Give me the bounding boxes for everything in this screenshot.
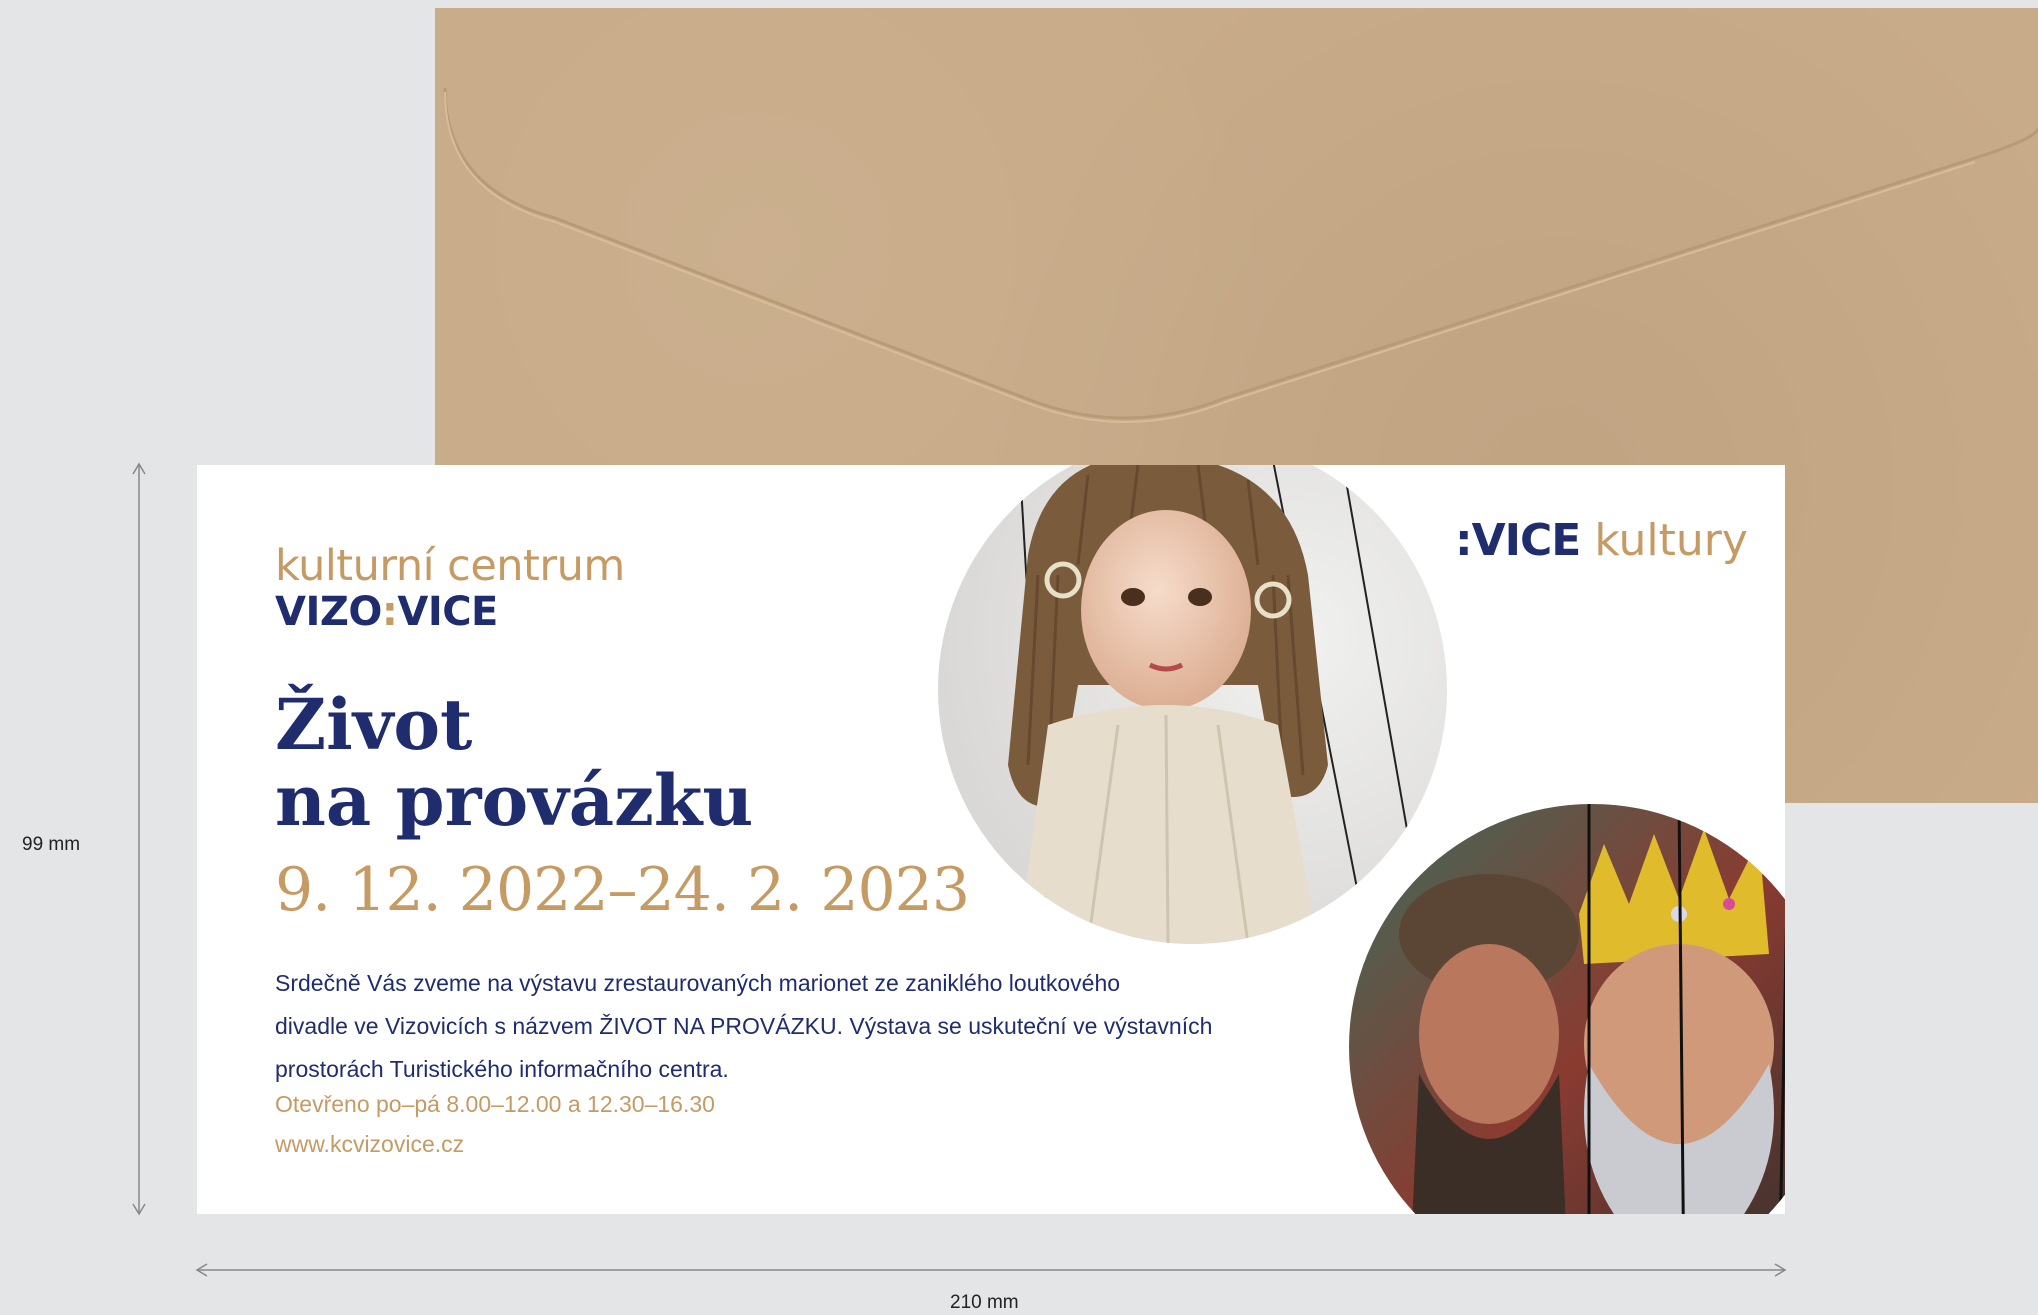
- org-brand-logo: VIZO:VICE: [275, 589, 498, 635]
- invite-line-3: prostorách Turistického informačního cen…: [275, 1056, 729, 1082]
- marionette-kings-photo: [1349, 804, 1785, 1214]
- invite-line-2: divadle ve Vizovicích s názvem ŽIVOT NA …: [275, 1013, 1213, 1039]
- exhibition-dates: 9. 12. 2022–24. 2. 2023: [275, 855, 970, 925]
- invitation-text: Srdečně Vás zveme na výstavu zrestaurova…: [275, 962, 1275, 1091]
- org-brand-right: VICE: [397, 589, 498, 635]
- marionette-kings-illustration: [1349, 804, 1785, 1214]
- org-brand-colon: :: [381, 589, 398, 635]
- exhibition-title: Život na provázku: [275, 687, 975, 839]
- height-dimension-line: [132, 462, 146, 1216]
- org-name: kulturní centrum: [275, 541, 625, 591]
- height-dimension-label: 99 mm: [22, 834, 81, 855]
- logo-brand: :VICE: [1455, 515, 1581, 566]
- title-line-2: na provázku: [275, 759, 754, 842]
- logo-word: kultury: [1594, 515, 1748, 566]
- org-brand-left: VIZO: [275, 589, 382, 635]
- width-dimension-line: [195, 1263, 1787, 1277]
- title-line-1: Život: [275, 683, 473, 766]
- invitation-card: kulturní centrum VIZO:VICE Život na prov…: [197, 465, 1785, 1214]
- marionette-girl-illustration: [938, 465, 1447, 944]
- vice-kultury-logo: :VICE kultury: [1455, 515, 1748, 566]
- opening-hours: Otevřeno po–pá 8.00–12.00 a 12.30–16.30: [275, 1091, 715, 1117]
- marionette-girl-photo: [938, 465, 1447, 944]
- width-dimension-label: 210 mm: [950, 1292, 1019, 1313]
- invite-line-1: Srdečně Vás zveme na výstavu zrestaurova…: [275, 970, 1121, 996]
- website-link[interactable]: www.kcvizovice.cz: [275, 1131, 464, 1158]
